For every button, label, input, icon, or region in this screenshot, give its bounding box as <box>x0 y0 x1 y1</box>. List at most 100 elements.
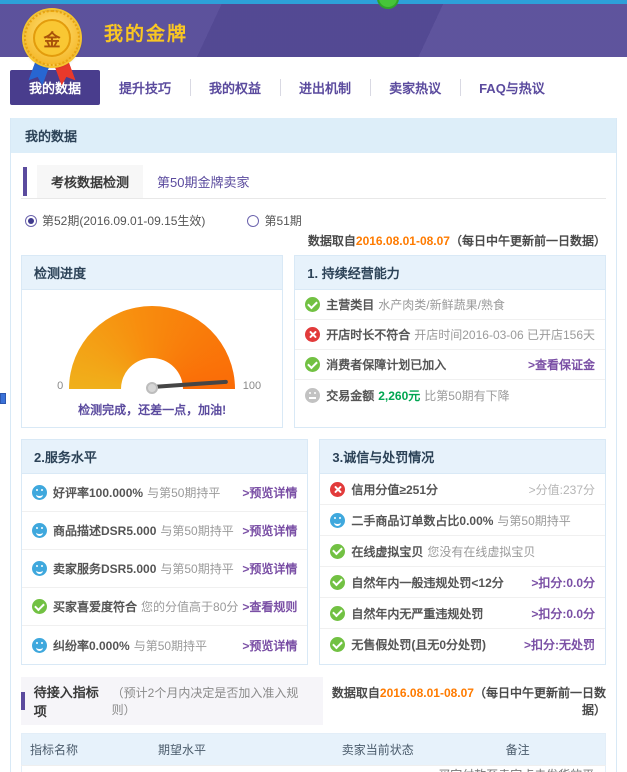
radio-selected-icon[interactable] <box>25 215 37 227</box>
smile-icon <box>32 523 47 538</box>
data-source-note: 数据取自2016.08.01-08.07（每日中午更新前一日数据） <box>21 232 606 249</box>
period-selector: 第52期(2016.09.01-09.15生效) 第51期 <box>25 212 606 229</box>
check-icon <box>305 357 320 372</box>
period-51-label: 第51期 <box>264 212 301 229</box>
item-desc: 比第50期有下降 <box>424 387 509 404</box>
item-desc: 与第50期持平 <box>497 512 570 529</box>
check-icon <box>330 544 345 559</box>
list-item: 买家喜爱度符合 您的分值高于80分 >查看规则 <box>22 588 307 626</box>
list-item: 开店时长不符合 开店时间2016-03-06 已开店156天 <box>295 320 605 350</box>
radio-unselected-icon[interactable] <box>247 215 259 227</box>
data-source-prefix: 数据取自 <box>308 234 356 248</box>
deduction-link[interactable]: >扣分:0.0分 <box>531 605 595 622</box>
panel-business-capability: 1. 持续经营能力 主营类目 水产肉类/新鲜蔬果/熟食 开店时长不符合 开店时间… <box>294 255 606 428</box>
panel-service-level-title: 2.服务水平 <box>22 440 307 474</box>
pending-title: 待接入指标项 <box>34 682 108 720</box>
list-item: 二手商品订单数占比0.00% 与第50期持平 <box>320 505 605 536</box>
neutral-face-icon <box>305 388 320 403</box>
col-current-status: 卖家当前状态 <box>325 734 430 766</box>
list-item: 商品描述DSR5.000 与第50期持平 >预览详情 <box>22 512 307 550</box>
section-title: 我的数据 <box>11 118 616 153</box>
tab-my-benefits[interactable]: 我的权益 <box>190 70 280 105</box>
panels-row-top: 检测进度 0 100 检测完成，还差一点，加油! 1. 持续经营能力 <box>21 255 606 428</box>
pending-accent-bar <box>21 692 25 710</box>
item-label: 商品描述DSR5.000 <box>53 522 156 539</box>
period-51-option[interactable]: 第51期 <box>247 212 301 229</box>
panels-row-bottom: 2.服务水平 好评率100.000% 与第50期持平 >预览详情 商品描述DSR… <box>21 439 606 665</box>
tab-improve-skills[interactable]: 提升技巧 <box>100 70 190 105</box>
item-label: 卖家服务DSR5.000 <box>53 560 156 577</box>
smile-icon <box>32 638 47 653</box>
transaction-amount: 2,260元 <box>378 387 420 404</box>
period-52-label: 第52期(2016.09.01-09.15生效) <box>42 212 205 229</box>
item-label: 开店时长不符合 <box>326 326 410 343</box>
gauge-caption: 检测完成，还差一点，加油! <box>22 401 282 418</box>
panel-business-capability-body: 主营类目 水产肉类/新鲜蔬果/熟食 开店时长不符合 开店时间2016-03-06… <box>295 290 605 410</box>
metric-current: 242.7小时 <box>325 766 430 772</box>
list-item: 消费者保障计划已加入 >查看保证金 <box>295 350 605 380</box>
list-item: 自然年内一般违规处罚<12分 >扣分:0.0分 <box>320 567 605 598</box>
panel-check-progress: 检测进度 0 100 检测完成，还差一点，加油! <box>21 255 283 428</box>
metric-note: 买家付款至卖家点击发货的平均时长 <box>430 766 605 772</box>
medal-circle: 金 <box>24 10 80 66</box>
cross-icon <box>330 482 345 497</box>
browser-top-strip <box>0 0 627 4</box>
item-desc: 水产肉类/新鲜蔬果/熟食 <box>378 296 505 313</box>
gauge-hub <box>146 382 158 394</box>
data-source-suffix: （每日中午更新前一日数据） <box>450 234 606 248</box>
tab-seller-discussion[interactable]: 卖家热议 <box>370 70 460 105</box>
item-label: 主营类目 <box>326 296 374 313</box>
preview-detail-link[interactable]: >预览详情 <box>242 522 297 539</box>
pending-title-block: 待接入指标项 （预计2个月内决定是否加入准入规则） <box>21 677 323 725</box>
list-item: 纠纷率0.000% 与第50期持平 >预览详情 <box>22 626 307 664</box>
preview-detail-link[interactable]: >预览详情 <box>242 637 297 654</box>
list-item: 卖家服务DSR5.000 与第50期持平 >预览详情 <box>22 550 307 588</box>
pending-metrics-table: 指标名称 期望水平 卖家当前状态 备注 24发货速度 平均发货时长≤24小时 2… <box>21 733 606 772</box>
panel-check-progress-title: 检测进度 <box>22 256 282 290</box>
item-desc: 与第50期持平 <box>160 522 233 539</box>
tab-entry-exit[interactable]: 进出机制 <box>280 70 370 105</box>
item-label: 自然年内无严重违规处罚 <box>351 605 483 622</box>
item-desc: 您没有在线虚拟宝贝 <box>427 543 535 560</box>
data-source-suffix: （每日中午更新前一日数据） <box>474 686 606 717</box>
item-label: 二手商品订单数占比0.00% <box>351 512 493 529</box>
item-label: 纠纷率0.000% <box>53 637 130 654</box>
data-source-note-2: 数据取自2016.08.01-08.07（每日中午更新前一日数据） <box>323 684 606 718</box>
check-icon <box>330 637 345 652</box>
subtab-accent-bar <box>23 167 27 196</box>
check-icon <box>330 575 345 590</box>
medal-text: 金 <box>33 19 71 57</box>
check-icon <box>330 606 345 621</box>
cross-icon <box>305 327 320 342</box>
panel-integrity-penalty-title: 3.诚信与处罚情况 <box>320 440 605 474</box>
page-banner: 金 我的金牌 <box>0 4 627 57</box>
check-icon <box>305 297 320 312</box>
item-desc: 与第50期持平 <box>160 560 233 577</box>
data-source-date: 2016.08.01-08.07 <box>356 234 450 248</box>
item-label: 在线虚拟宝贝 <box>351 543 423 560</box>
deduction-link[interactable]: >扣分:0.0分 <box>531 574 595 591</box>
gauge-min-label: 0 <box>57 380 63 392</box>
subtab-assessment-check[interactable]: 考核数据检测 <box>37 165 143 198</box>
item-label: 自然年内一般违规处罚<12分 <box>351 574 503 591</box>
list-item: 在线虚拟宝贝 您没有在线虚拟宝贝 <box>320 536 605 567</box>
deduction-link[interactable]: >扣分:无处罚 <box>524 636 595 653</box>
section-content: 考核数据检测 第50期金牌卖家 第52期(2016.09.01-09.15生效)… <box>11 165 616 772</box>
tab-faq[interactable]: FAQ与热议 <box>460 70 564 105</box>
progress-gauge: 0 100 <box>69 306 235 389</box>
top-nav-tabs: 我的数据 提升技巧 我的权益 进出机制 卖家热议 FAQ与热议 <box>0 57 627 118</box>
smile-icon <box>330 513 345 528</box>
preview-detail-link[interactable]: >预览详情 <box>242 484 297 501</box>
period-52-option[interactable]: 第52期(2016.09.01-09.15生效) <box>25 212 205 229</box>
item-desc: 与第50期持平 <box>147 484 220 501</box>
item-desc: 开店时间2016-03-06 已开店156天 <box>414 326 595 343</box>
panel-integrity-penalty: 3.诚信与处罚情况 信用分值≥251分 >分值:237分 二手商品订单数占比0.… <box>319 439 606 665</box>
item-label: 信用分值≥251分 <box>351 481 438 498</box>
view-rules-link[interactable]: >查看规则 <box>242 598 297 615</box>
item-label: 消费者保障计划已加入 <box>326 356 446 373</box>
subtab-period50-sellers[interactable]: 第50期金牌卖家 <box>143 165 263 198</box>
metric-expect: 平均发货时长≤24小时 <box>150 766 325 772</box>
view-deposit-link[interactable]: >查看保证金 <box>528 356 595 373</box>
preview-detail-link[interactable]: >预览详情 <box>242 560 297 577</box>
panel-business-capability-title: 1. 持续经营能力 <box>295 256 605 290</box>
